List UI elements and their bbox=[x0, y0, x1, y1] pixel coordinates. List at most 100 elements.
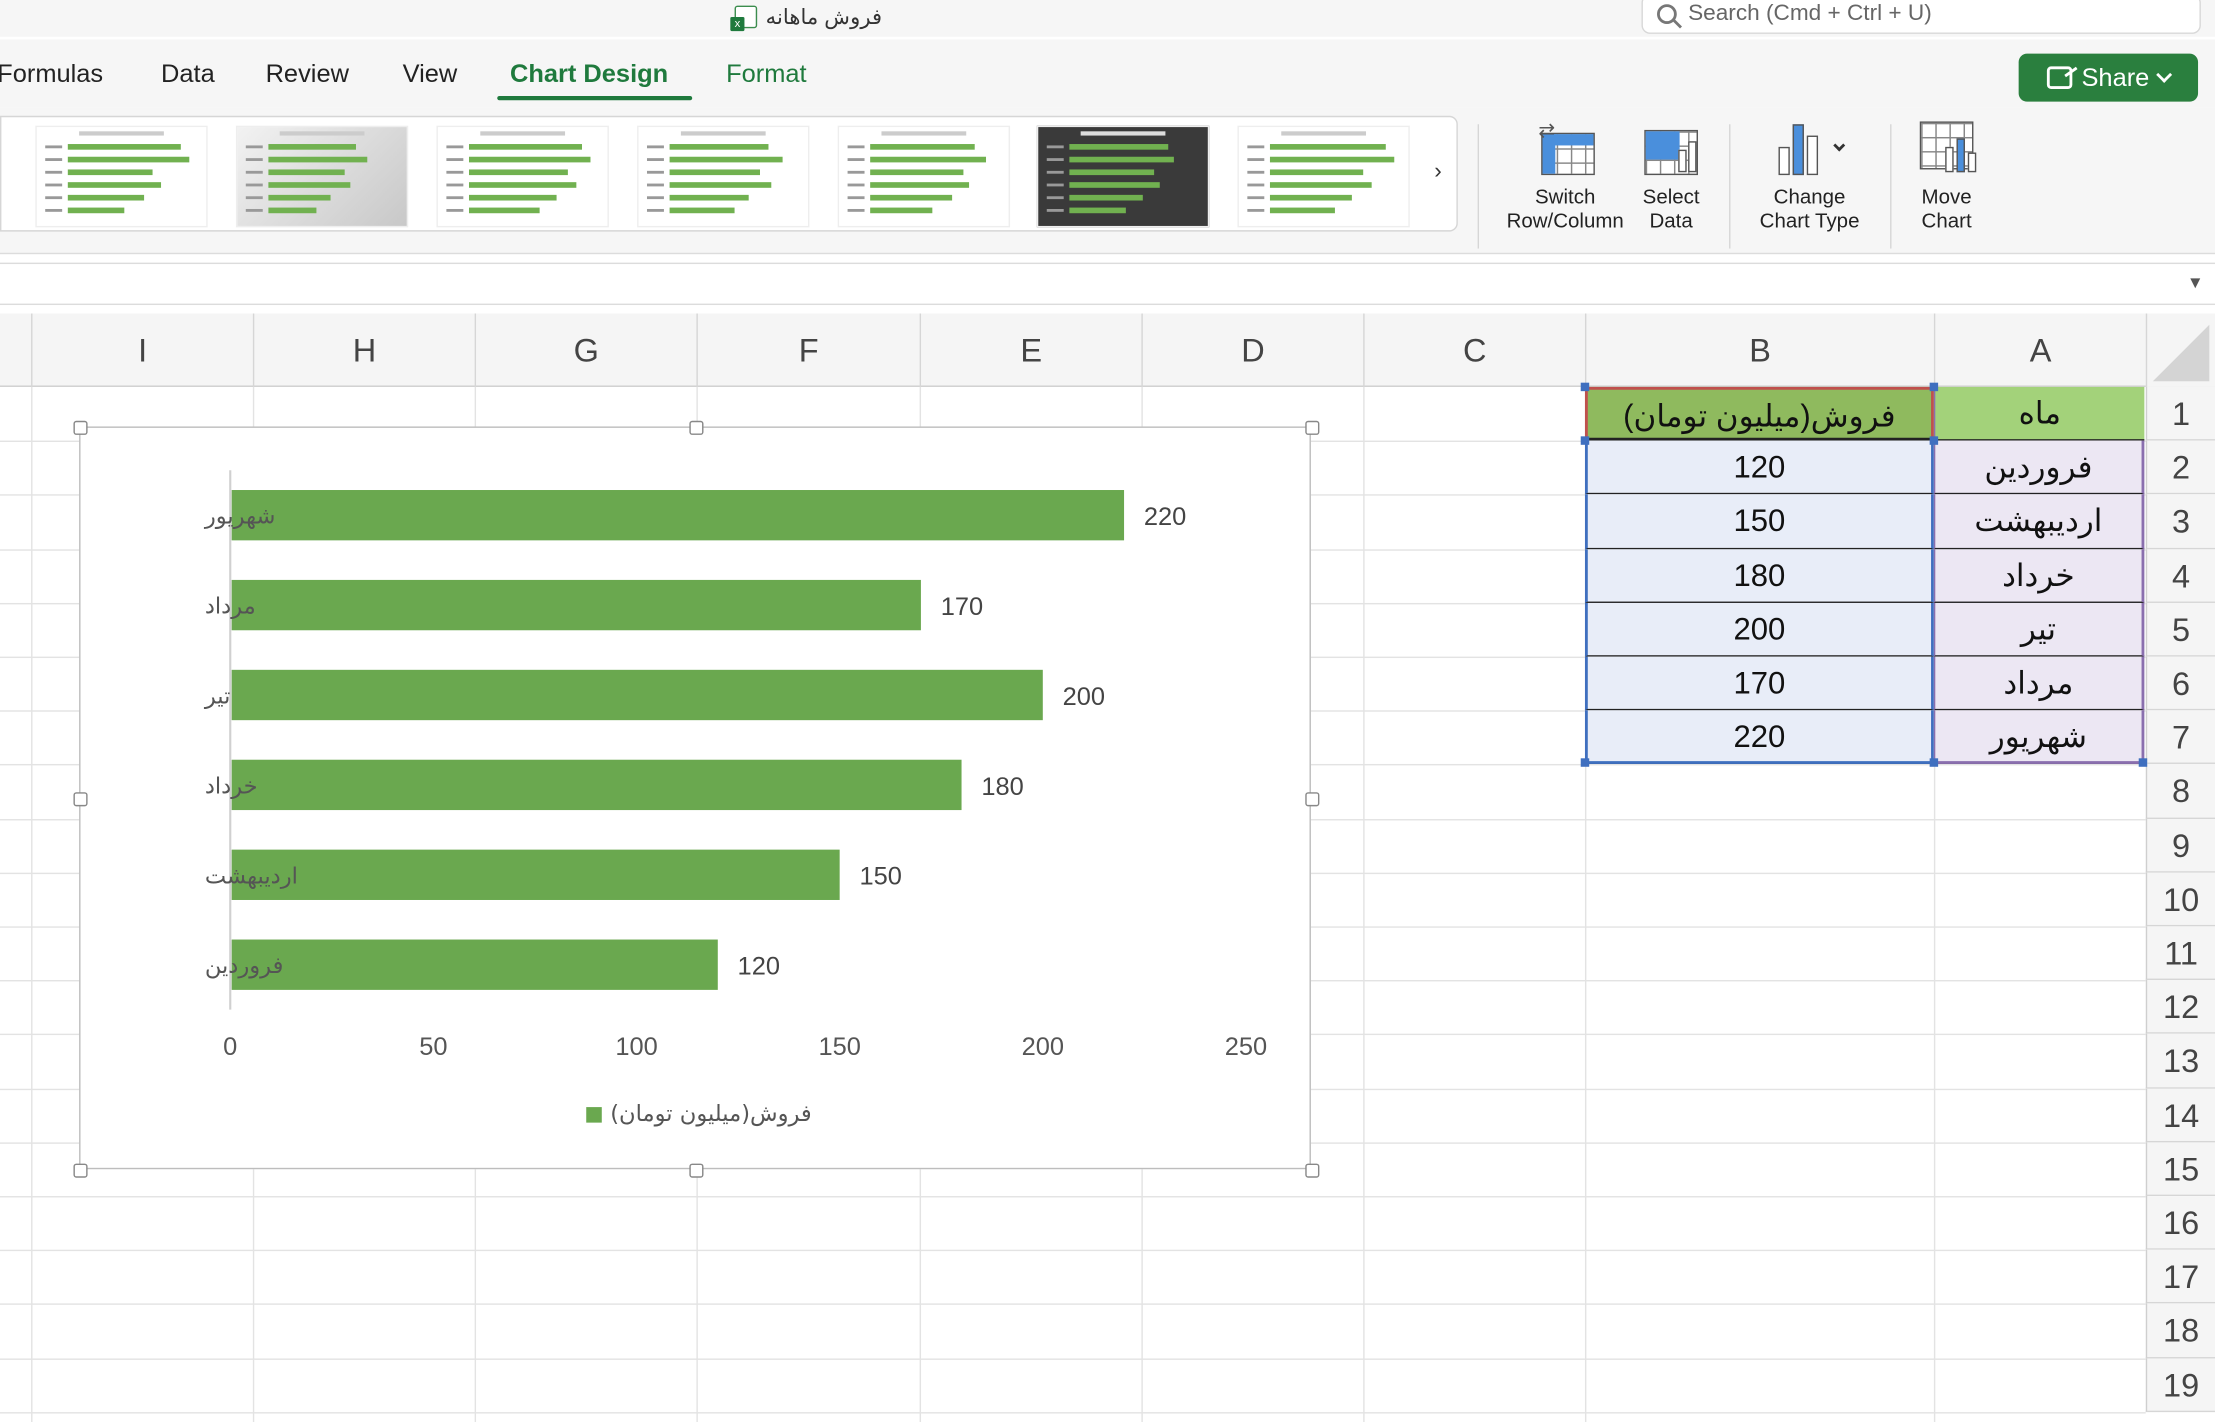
excel-window: فروش ماهانه Formulas Data Review View Ch… bbox=[0, 0, 2215, 1422]
gallery-next-icon[interactable]: › bbox=[1428, 160, 1448, 188]
chart-resize-handle[interactable] bbox=[1305, 420, 1320, 435]
chart-style-thumbnail[interactable] bbox=[637, 125, 810, 228]
row-header-19[interactable]: 19 bbox=[2145, 1357, 2215, 1412]
grid-row-line bbox=[0, 1357, 2146, 1360]
share-button[interactable]: Share bbox=[2018, 53, 2199, 102]
column-header-c[interactable]: C bbox=[1363, 313, 1585, 387]
row-header-1[interactable]: 1 bbox=[2145, 386, 2215, 441]
row-header-15[interactable]: 15 bbox=[2145, 1142, 2215, 1197]
row-header-7[interactable]: 7 bbox=[2145, 710, 2215, 765]
row-header-6[interactable]: 6 bbox=[2145, 656, 2215, 711]
row-header-9[interactable]: 9 bbox=[2145, 818, 2215, 873]
active-tab-indicator bbox=[497, 96, 693, 101]
chart-resize-handle[interactable] bbox=[689, 420, 704, 435]
chart-style-thumbnail[interactable] bbox=[235, 125, 409, 228]
range-handle[interactable] bbox=[1580, 382, 1590, 392]
range-handle[interactable] bbox=[1580, 436, 1590, 446]
chart-style-thumbnail[interactable] bbox=[436, 125, 609, 228]
row-header-8[interactable]: 8 bbox=[2145, 764, 2215, 819]
formula-bar-expand-icon[interactable]: ▼ bbox=[2187, 273, 2204, 293]
cell-a-month[interactable]: شهریور bbox=[1933, 710, 2145, 765]
category-label: شهریور bbox=[204, 504, 276, 530]
formula-bar[interactable]: ▼ bbox=[0, 262, 2215, 306]
range-handle[interactable] bbox=[2138, 758, 2148, 768]
column-header-d[interactable]: D bbox=[1141, 313, 1363, 387]
row-header-18[interactable]: 18 bbox=[2145, 1303, 2215, 1358]
ribbon-separator bbox=[1890, 124, 1892, 249]
chart-style-thumbnail[interactable] bbox=[35, 125, 208, 228]
column-header-partial[interactable] bbox=[0, 313, 31, 386]
grid-column-line bbox=[1363, 386, 1365, 1422]
chart-resize-handle[interactable] bbox=[73, 420, 88, 435]
column-header-e[interactable]: E bbox=[919, 313, 1142, 387]
column-header-f[interactable]: F bbox=[696, 313, 919, 387]
chart-resize-handle[interactable] bbox=[73, 1163, 88, 1178]
cell-b-value[interactable]: 180 bbox=[1584, 548, 1934, 603]
move-chart-button[interactable]: Move Chart bbox=[1907, 119, 1986, 235]
cell-b1-header[interactable]: فروش(میلیون تومان) bbox=[1584, 386, 1934, 441]
cell-b-value[interactable]: 220 bbox=[1584, 710, 1934, 765]
category-label: اردیبهشت bbox=[205, 863, 298, 889]
tab-formulas[interactable]: Formulas bbox=[0, 59, 103, 89]
grid-row-line bbox=[0, 1196, 2146, 1198]
search-box[interactable] bbox=[1641, 0, 2201, 34]
chart-style-thumbnail[interactable] bbox=[837, 125, 1011, 228]
search-input[interactable] bbox=[1688, 1, 2169, 27]
tab-chart-design[interactable]: Chart Design bbox=[510, 59, 668, 89]
row-header-2[interactable]: 2 bbox=[2145, 440, 2215, 495]
column-header-i[interactable]: I bbox=[31, 313, 253, 387]
chart-resize-handle[interactable] bbox=[689, 1163, 704, 1178]
range-handle[interactable] bbox=[1929, 382, 1939, 392]
switch-row-column-button[interactable]: ⇄ Switch Row/Column bbox=[1500, 119, 1630, 235]
tab-view[interactable]: View bbox=[403, 59, 458, 89]
bar-5 bbox=[231, 579, 921, 631]
range-handle[interactable] bbox=[1929, 758, 1939, 768]
share-label: Share bbox=[2081, 62, 2150, 92]
row-header-10[interactable]: 10 bbox=[2145, 872, 2215, 927]
x-tick-label: 200 bbox=[1022, 1033, 1064, 1061]
cell-a1-header[interactable]: ماه bbox=[1933, 386, 2145, 441]
chart-resize-handle[interactable] bbox=[1305, 792, 1320, 807]
cell-a-month[interactable]: تیر bbox=[1933, 602, 2145, 657]
chart-resize-handle[interactable] bbox=[1305, 1163, 1320, 1178]
search-icon bbox=[1657, 4, 1677, 25]
row-header-12[interactable]: 12 bbox=[2145, 980, 2215, 1035]
cell-b-value[interactable]: 170 bbox=[1584, 656, 1934, 711]
row-header-13[interactable]: 13 bbox=[2145, 1034, 2215, 1089]
ribbon: › ⇄ Switch Row/Column Select Data Change… bbox=[0, 107, 2215, 255]
cell-a-month[interactable]: اردیبهشت bbox=[1933, 494, 2145, 549]
row-header-4[interactable]: 4 bbox=[2145, 548, 2215, 603]
tab-data[interactable]: Data bbox=[161, 59, 215, 89]
chart-style-thumbnail[interactable] bbox=[1036, 125, 1210, 228]
bar-1 bbox=[231, 939, 718, 990]
row-header-14[interactable]: 14 bbox=[2145, 1088, 2215, 1143]
cell-b-value[interactable]: 150 bbox=[1584, 494, 1934, 549]
change-chart-type-button[interactable]: Change Chart Type bbox=[1749, 119, 1870, 235]
row-header-11[interactable]: 11 bbox=[2145, 926, 2215, 981]
select-data-label-1: Select bbox=[1642, 186, 1700, 209]
column-header-a[interactable]: A bbox=[1933, 313, 2146, 387]
row-header-5[interactable]: 5 bbox=[2145, 602, 2215, 657]
cell-b-value[interactable]: 200 bbox=[1584, 602, 1934, 657]
cell-a-month[interactable]: فروردین bbox=[1933, 440, 2145, 495]
cell-a-month[interactable]: خرداد bbox=[1933, 548, 2145, 603]
cell-b-value[interactable]: 120 bbox=[1584, 440, 1934, 495]
chart-area[interactable]: فروردین 120 اردیبهشت 150 خرداد 180 تیر 200 مرداد… bbox=[73, 420, 1320, 1178]
data-label: 200 bbox=[1063, 683, 1105, 711]
row-header-16[interactable]: 16 bbox=[2145, 1196, 2215, 1250]
select-all-corner[interactable] bbox=[2145, 313, 2215, 387]
column-header-h[interactable]: H bbox=[252, 313, 475, 387]
column-header-g[interactable]: G bbox=[474, 313, 697, 387]
tab-review[interactable]: Review bbox=[266, 59, 349, 89]
chart-resize-handle[interactable] bbox=[73, 792, 88, 807]
range-handle[interactable] bbox=[1929, 436, 1939, 446]
select-data-button[interactable]: Select Data bbox=[1633, 119, 1709, 235]
row-header-17[interactable]: 17 bbox=[2145, 1249, 2215, 1304]
chart-style-thumbnail[interactable] bbox=[1237, 125, 1410, 228]
category-label: مرداد bbox=[205, 594, 256, 620]
row-header-3[interactable]: 3 bbox=[2145, 494, 2215, 549]
tab-format[interactable]: Format bbox=[726, 59, 807, 89]
range-handle[interactable] bbox=[1580, 758, 1590, 768]
column-header-b[interactable]: B bbox=[1584, 313, 1934, 387]
cell-a-month[interactable]: مرداد bbox=[1933, 656, 2145, 711]
